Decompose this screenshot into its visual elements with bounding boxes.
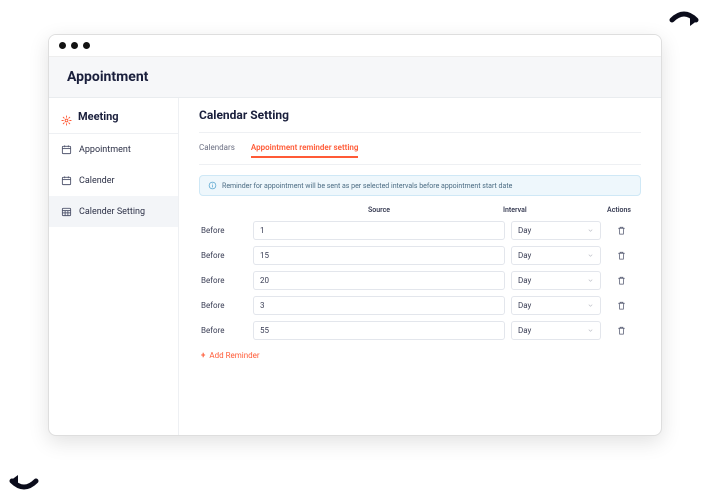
info-icon	[208, 181, 217, 190]
delete-row-button[interactable]	[616, 225, 627, 236]
sidebar-item-label: Calender	[79, 176, 115, 186]
sidebar-section-meeting[interactable]: Meeting	[49, 104, 178, 134]
row-before-label: Before	[199, 326, 253, 335]
page-title: Calendar Setting	[199, 108, 641, 133]
interval-select[interactable]: Day	[511, 296, 601, 315]
reminder-row: Before Day	[199, 243, 641, 268]
decorative-arrow-tr	[666, 6, 702, 42]
plus-icon: +	[201, 351, 205, 360]
reminder-row: Before Day	[199, 318, 641, 343]
calendar-icon	[61, 144, 72, 155]
tab-reminder-setting[interactable]: Appointment reminder setting	[251, 143, 359, 158]
row-before-label: Before	[199, 251, 253, 260]
interval-value: Day	[518, 276, 531, 285]
row-before-label: Before	[199, 276, 253, 285]
traffic-dot-close[interactable]	[59, 42, 66, 49]
calendar-icon	[61, 175, 72, 186]
reminder-value-input[interactable]	[253, 296, 505, 315]
reminder-value-input[interactable]	[253, 246, 505, 265]
interval-select[interactable]: Day	[511, 246, 601, 265]
row-before-label: Before	[199, 301, 253, 310]
reminder-value-input[interactable]	[253, 321, 505, 340]
sidebar-section-label: Meeting	[78, 110, 119, 123]
info-banner: Reminder for appointment will be sent as…	[199, 175, 641, 196]
add-reminder-button[interactable]: + Add Reminder	[199, 351, 260, 360]
column-header-actions: Actions	[599, 206, 639, 214]
chevron-down-icon	[587, 277, 594, 284]
row-before-label: Before	[199, 226, 253, 235]
reminder-row: Before Day	[199, 218, 641, 243]
traffic-dot-min[interactable]	[71, 42, 78, 49]
sidebar-item-calendar-setting[interactable]: Calender Setting	[49, 196, 178, 227]
delete-row-button[interactable]	[616, 250, 627, 261]
reminder-rows: Before Day Before	[199, 218, 641, 343]
interval-select[interactable]: Day	[511, 321, 601, 340]
interval-value: Day	[518, 301, 531, 310]
column-header-interval: Interval	[503, 206, 599, 214]
add-reminder-label: Add Reminder	[209, 351, 259, 360]
sidebar-item-label: Appointment	[79, 145, 131, 155]
interval-select[interactable]: Day	[511, 221, 601, 240]
window-titlebar	[49, 35, 661, 57]
reminder-row: Before Day	[199, 293, 641, 318]
interval-value: Day	[518, 326, 531, 335]
traffic-dot-max[interactable]	[83, 42, 90, 49]
table-header: Source Interval Actions	[199, 206, 641, 214]
gear-icon	[61, 111, 72, 122]
sidebar-item-label: Calender Setting	[79, 207, 145, 217]
main-content: Calendar Setting Calendars Appointment r…	[179, 98, 661, 435]
chevron-down-icon	[587, 327, 594, 334]
sidebar: Meeting Appointment Calender Calender Se…	[49, 98, 179, 435]
delete-row-button[interactable]	[616, 275, 627, 286]
sidebar-item-calendar[interactable]: Calender	[49, 165, 178, 196]
app-window: Appointment Meeting Appointment Calende	[48, 34, 662, 436]
chevron-down-icon	[587, 302, 594, 309]
reminder-value-input[interactable]	[253, 221, 505, 240]
app-title: Appointment	[67, 69, 643, 85]
decorative-arrow-bl	[6, 459, 42, 495]
sidebar-item-appointment[interactable]: Appointment	[49, 134, 178, 165]
tabs: Calendars Appointment reminder setting	[199, 133, 641, 165]
delete-row-button[interactable]	[616, 300, 627, 311]
interval-select[interactable]: Day	[511, 271, 601, 290]
app-header: Appointment	[49, 57, 661, 98]
chevron-down-icon	[587, 252, 594, 259]
info-text: Reminder for appointment will be sent as…	[222, 182, 512, 190]
chevron-down-icon	[587, 227, 594, 234]
column-header-source: Source	[255, 206, 503, 214]
reminder-row: Before Day	[199, 268, 641, 293]
delete-row-button[interactable]	[616, 325, 627, 336]
reminder-value-input[interactable]	[253, 271, 505, 290]
interval-value: Day	[518, 251, 531, 260]
tab-calendars[interactable]: Calendars	[199, 143, 235, 158]
interval-value: Day	[518, 226, 531, 235]
calendar-grid-icon	[61, 206, 72, 217]
